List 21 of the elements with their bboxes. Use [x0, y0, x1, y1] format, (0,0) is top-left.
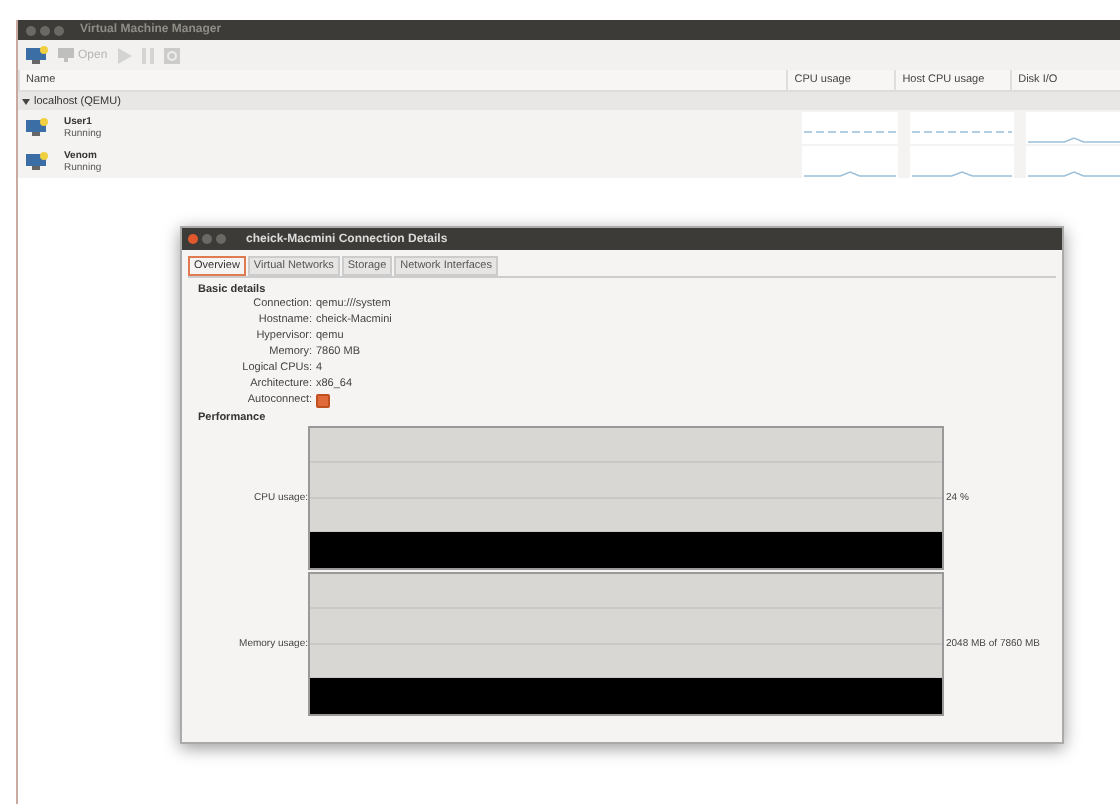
- monitor-icon: [26, 46, 48, 64]
- expanded-arrow-icon: [22, 97, 30, 105]
- pause-icon: [141, 47, 154, 63]
- power-icon: [163, 47, 180, 63]
- monitor-icon: [26, 152, 48, 170]
- usage-sparkline: [802, 111, 898, 143]
- close-button[interactable]: [188, 234, 198, 244]
- close-button[interactable]: [26, 25, 36, 35]
- play-icon: [117, 47, 132, 63]
- new-button[interactable]: [26, 46, 48, 64]
- usage-sparkline: [910, 111, 1014, 143]
- autoconnect-checkbox[interactable]: [316, 394, 330, 408]
- monitor-icon: [26, 118, 48, 136]
- usage-sparkline: [1026, 111, 1120, 143]
- minimize-button[interactable]: [202, 234, 212, 244]
- monitor-icon: [58, 48, 74, 62]
- maximize-button[interactable]: [54, 25, 64, 35]
- maximize-button[interactable]: [216, 234, 226, 244]
- minimize-button[interactable]: [40, 25, 50, 35]
- usage-sparkline: [802, 145, 898, 177]
- usage-sparkline: [910, 145, 1014, 177]
